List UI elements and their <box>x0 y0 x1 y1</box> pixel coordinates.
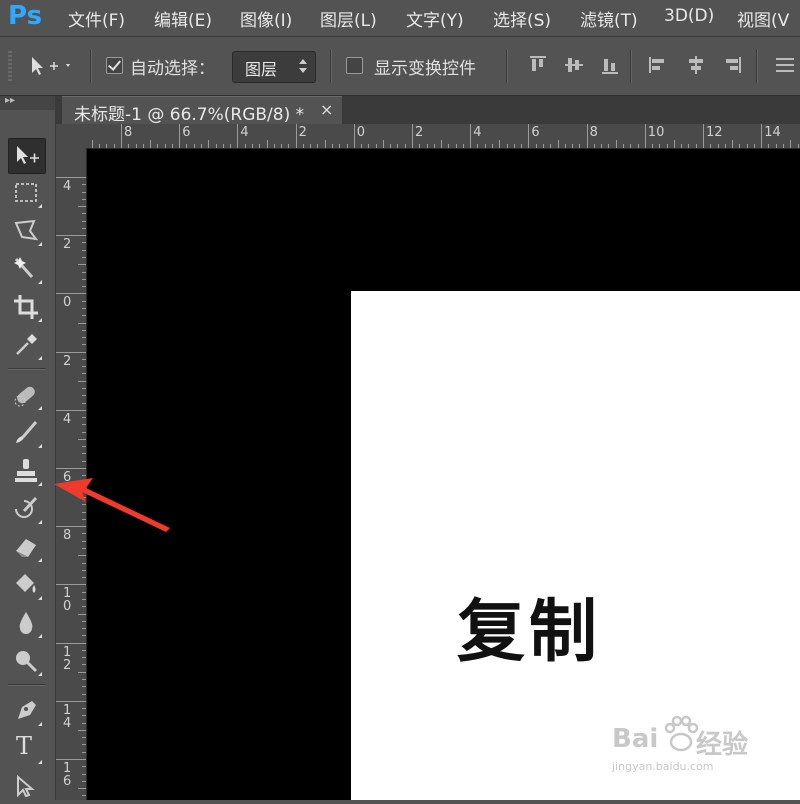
watermark-url: jingyan.baidu.com <box>612 760 714 773</box>
watermark-brand: Bai <box>612 724 659 754</box>
baidu-jingyan-watermark: Bai 经验 jingyan.baidu.com <box>612 708 782 788</box>
annotation-arrow <box>54 478 170 532</box>
watermark-brand-cn: 经验 <box>696 730 749 760</box>
paw-icon <box>664 715 698 752</box>
